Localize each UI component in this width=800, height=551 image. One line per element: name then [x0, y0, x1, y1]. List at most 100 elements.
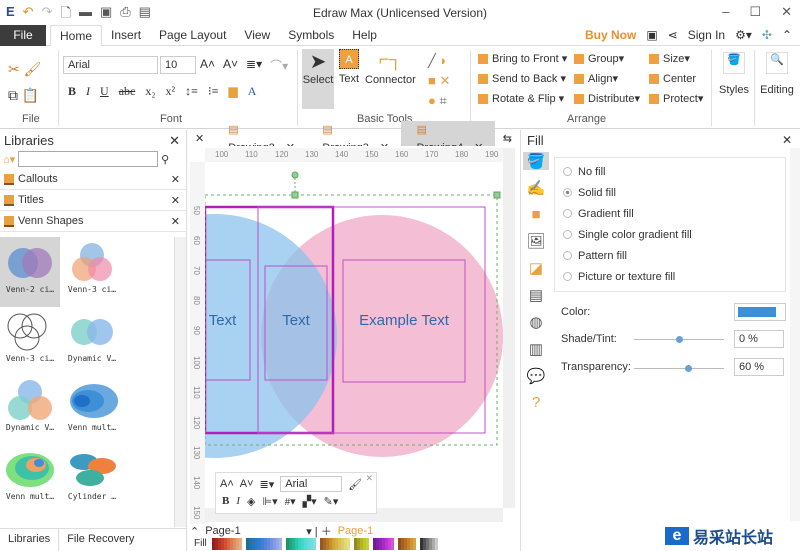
- shape-cylinder-venn[interactable]: Cylinder …: [62, 444, 122, 514]
- radio-button[interactable]: [563, 230, 572, 239]
- tab-libraries[interactable]: Libraries: [0, 529, 60, 551]
- align-icon[interactable]: ≣▾: [260, 478, 275, 491]
- tab-page-layout[interactable]: Page Layout: [150, 25, 235, 46]
- radio-button[interactable]: [563, 209, 572, 218]
- expand-icon[interactable]: ⌃: [190, 525, 199, 538]
- crop-icon[interactable]: ⌗: [439, 93, 446, 108]
- fill-panel-scrollbar[interactable]: [790, 148, 800, 551]
- font-color-icon[interactable]: A: [248, 84, 257, 99]
- group-button[interactable]: Group▾: [574, 49, 640, 69]
- text-tool-button[interactable]: A Text: [336, 49, 362, 85]
- editing-button[interactable]: 🔍 Editing: [758, 52, 796, 96]
- grow-font-icon[interactable]: A˄: [220, 478, 234, 490]
- font-name-select[interactable]: Arial: [63, 56, 158, 74]
- fill-option[interactable]: Gradient fill: [563, 203, 777, 224]
- radio-button[interactable]: [563, 272, 572, 281]
- file-menu[interactable]: File: [0, 25, 46, 46]
- venn-label-2[interactable]: Text: [265, 312, 327, 329]
- close-libraries-icon[interactable]: ✕: [169, 133, 180, 149]
- layer-icon[interactable]: ◪: [523, 259, 549, 277]
- curve-text-icon[interactable]: ⌒▾: [270, 57, 288, 74]
- radio-button[interactable]: [563, 251, 572, 260]
- styles-button[interactable]: 🪣 Styles: [718, 52, 750, 96]
- fill-option[interactable]: Picture or texture fill: [563, 266, 777, 287]
- line-style-icon[interactable]: ✍: [523, 179, 549, 197]
- share-icon[interactable]: ⋖: [668, 28, 678, 42]
- library-section-venn-shapes[interactable]: Venn Shapes ✕: [0, 211, 186, 232]
- shadow-color-icon[interactable]: ■: [523, 206, 549, 223]
- theme-icon[interactable]: ✣: [762, 28, 772, 42]
- shape-dynamic-venn-3[interactable]: Dynamic V…: [0, 375, 60, 445]
- shade-tint-input[interactable]: 0 %: [734, 330, 784, 348]
- tab-help[interactable]: Help: [343, 25, 386, 46]
- grow-font-icon[interactable]: A˄: [200, 57, 215, 74]
- ellipse-icon[interactable]: ●: [428, 93, 436, 108]
- highlight-icon[interactable]: ▆: [229, 84, 238, 99]
- search-icon[interactable]: ⚲: [161, 153, 169, 166]
- close-toolbar-icon[interactable]: ✕: [365, 473, 373, 484]
- library-section-titles[interactable]: Titles ✕: [0, 190, 186, 211]
- fill-option[interactable]: Single color gradient fill: [563, 224, 777, 245]
- document-icon[interactable]: ▤: [523, 286, 549, 304]
- send-to-back-button[interactable]: Send to Back ▾: [478, 69, 567, 89]
- shape-dynamic-venn-2[interactable]: Dynamic V…: [62, 306, 122, 376]
- shade-tint-slider[interactable]: [634, 336, 724, 343]
- tab-home[interactable]: Home: [50, 25, 103, 46]
- collapse-ribbon-icon[interactable]: ⌃: [782, 28, 792, 42]
- page-select[interactable]: Page-1: [205, 525, 300, 537]
- transparency-input[interactable]: 60 %: [734, 358, 784, 376]
- tab-symbols[interactable]: Symbols: [279, 25, 343, 46]
- fill-option[interactable]: Solid fill: [563, 182, 777, 203]
- strikethrough-icon[interactable]: abc: [119, 84, 136, 99]
- size-icon[interactable]: ▞▾: [303, 495, 317, 508]
- line-icon[interactable]: ╱: [428, 53, 436, 68]
- bold-icon[interactable]: B: [222, 495, 229, 508]
- cut-icon[interactable]: ✂: [8, 61, 20, 77]
- size-button[interactable]: Size▾: [649, 49, 703, 69]
- shape-style-icon[interactable]: ◈: [247, 495, 255, 508]
- sign-in-link[interactable]: Sign In: [688, 28, 725, 42]
- protect-button[interactable]: Protect▾: [649, 89, 703, 109]
- mini-font-select[interactable]: Arial: [280, 476, 343, 492]
- format-painter-icon[interactable]: 🖌: [24, 61, 42, 77]
- bring-to-front-button[interactable]: Bring to Front ▾: [478, 49, 567, 69]
- italic-icon[interactable]: I: [236, 495, 240, 508]
- fill-option[interactable]: No fill: [563, 161, 777, 182]
- align-button[interactable]: Align▾: [574, 69, 640, 89]
- tab-insert[interactable]: Insert: [102, 25, 150, 46]
- radio-button[interactable]: [563, 167, 572, 176]
- rotate-flip-button[interactable]: Rotate & Flip ▾: [478, 89, 567, 109]
- copy-icon[interactable]: ⧉: [8, 87, 18, 103]
- bullets-icon[interactable]: ⁝≡: [208, 84, 219, 99]
- color-palette[interactable]: [212, 538, 442, 550]
- maximize-button[interactable]: ☐: [749, 4, 761, 20]
- globe-icon[interactable]: ◍: [523, 313, 549, 331]
- grid-icon[interactable]: #▾: [285, 495, 296, 508]
- add-page-icon[interactable]: ▾ | ＋: [306, 523, 332, 539]
- edit-icon[interactable]: ✎▾: [324, 495, 339, 508]
- tab-file-recovery[interactable]: File Recovery: [59, 529, 142, 551]
- close-section-icon[interactable]: ✕: [171, 215, 180, 228]
- home-icon[interactable]: ⌂▾: [3, 153, 15, 166]
- align-icon[interactable]: ≣▾: [246, 57, 262, 74]
- library-scrollbar[interactable]: [174, 237, 186, 527]
- image-icon[interactable]: 🖼: [523, 232, 549, 250]
- paste-icon[interactable]: 📋: [22, 87, 39, 103]
- canvas-area[interactable]: 100 110 120 130 140 150 160 170 180 190 50 60 70 80 9…: [190, 146, 515, 524]
- transparency-slider[interactable]: [634, 365, 724, 372]
- buy-now-link[interactable]: Buy Now: [585, 28, 636, 42]
- shape-venn-2-circle[interactable]: Venn-2 ci…: [0, 237, 60, 307]
- rectangle-icon[interactable]: ■: [428, 73, 436, 88]
- venn-label-3[interactable]: Example Text: [343, 312, 465, 329]
- connector-tool-button[interactable]: ⌐┐ Connector: [365, 49, 416, 86]
- format-painter-icon[interactable]: 🖌: [348, 478, 362, 491]
- shape-venn-multilevel-blue[interactable]: Venn mult…: [62, 375, 122, 445]
- cross-icon[interactable]: ✕: [439, 73, 450, 88]
- help-icon[interactable]: ?: [523, 394, 549, 411]
- shrink-font-icon[interactable]: A˅: [240, 478, 254, 490]
- line-spacing-icon[interactable]: ↕≡: [185, 84, 198, 99]
- radio-button[interactable]: [563, 188, 572, 197]
- share-screen-icon[interactable]: ▣: [646, 28, 657, 42]
- superscript-icon[interactable]: x²: [166, 84, 176, 99]
- bold-icon[interactable]: B: [68, 84, 76, 99]
